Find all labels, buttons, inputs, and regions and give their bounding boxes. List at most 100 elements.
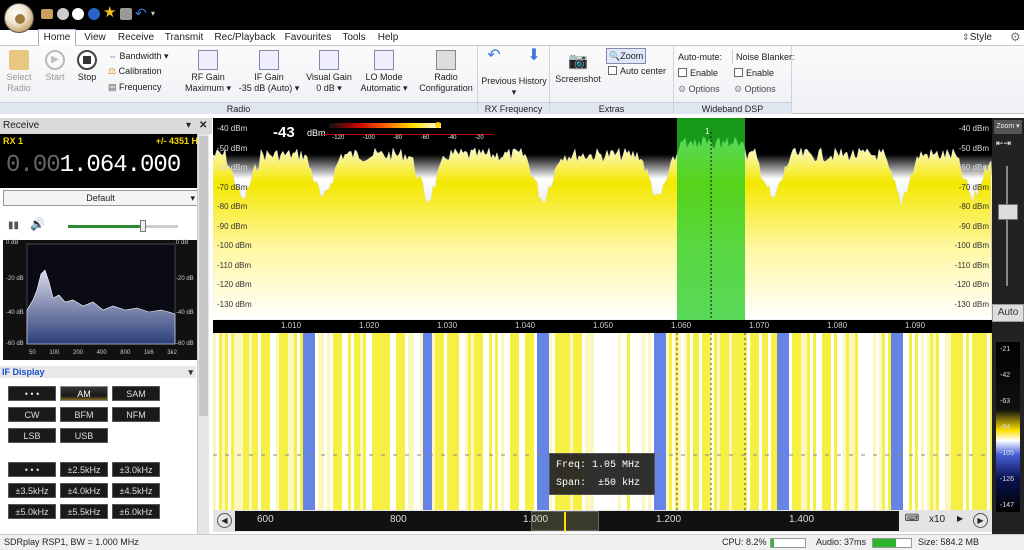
range-slider-thumb[interactable]	[998, 204, 1018, 220]
zoom-dropdown[interactable]: Zoom ▾	[994, 120, 1022, 134]
play-icon[interactable]	[57, 8, 69, 20]
if-display-section[interactable]: IF Display ▾	[0, 366, 196, 378]
history-down-icon[interactable]: ⬇	[522, 48, 546, 64]
bandwidth-button[interactable]: ±5.5kHz	[60, 504, 108, 519]
db-axis-label: -90 dBm	[217, 221, 248, 231]
auto-mute-enable-check[interactable]	[678, 68, 687, 77]
stop-icon[interactable]	[72, 8, 84, 20]
waterfall-column	[729, 333, 732, 510]
tab-help[interactable]: Help	[372, 30, 404, 46]
lo-mode-control[interactable]: LO Mode Automatic ▾	[356, 50, 412, 94]
bandwidth-button[interactable]: ±2.5kHz	[60, 462, 108, 477]
bandwidth-button[interactable]: ±3.5kHz	[8, 483, 56, 498]
db-axis-label: -70 dBm	[958, 182, 989, 192]
receive-panel-scrollbar[interactable]	[197, 134, 209, 534]
mode-am-button[interactable]: AM	[60, 386, 108, 401]
screenshot-button[interactable]: 📷 Screenshot	[552, 52, 604, 85]
if-gain-control[interactable]: IF Gain -35 dB (Auto) ▾	[234, 50, 304, 94]
auto-mute-options[interactable]: ⚙ Options	[678, 82, 720, 96]
tab-transmit[interactable]: Transmit	[160, 30, 208, 46]
vfo-frequency-display[interactable]: 0.001.064.000	[6, 152, 181, 179]
scroll-left-icon[interactable]: ◀	[217, 513, 232, 528]
keyboard-icon[interactable]: ⌨	[903, 513, 921, 528]
waterfall-column	[714, 333, 717, 510]
noise-blanker-enable[interactable]: Enable	[734, 66, 774, 80]
gear-icon[interactable]: ⚙	[1010, 30, 1021, 44]
auto-mute-enable[interactable]: Enable	[678, 66, 718, 80]
zoom-factor[interactable]: x10	[929, 514, 945, 525]
previous-history-button[interactable]: Previous History ▾	[478, 76, 550, 98]
stop-button[interactable]: Stop	[72, 50, 102, 83]
mode-nfm-button[interactable]: NFM	[112, 407, 160, 422]
start-button[interactable]: ▶ Start	[40, 50, 70, 83]
waterfall-column	[822, 333, 825, 510]
volume-thumb[interactable]	[140, 220, 146, 232]
lo-mode-dropdown[interactable]: Automatic ▾	[356, 83, 412, 94]
noise-blanker-enable-check[interactable]	[734, 68, 743, 77]
rf-gain-dropdown[interactable]: Maximum ▾	[182, 83, 234, 94]
spectrum-display[interactable]: 1 -43 dBm -120 -100 -80 -60 -40 -20 -40 …	[212, 118, 993, 321]
waterfall-column	[411, 333, 414, 510]
zoom-fit-icon[interactable]: ⇤⇥	[996, 138, 1011, 149]
zoom-button[interactable]: 🔍Zoom	[606, 48, 647, 64]
calibration-button[interactable]: ⚖ Calibration	[108, 64, 162, 78]
mode-bfm-button[interactable]: BFM	[60, 407, 108, 422]
undo-icon[interactable]: ↶	[135, 5, 147, 21]
bandwidth-button[interactable]: ±5.0kHz	[8, 504, 56, 519]
waterfall-column	[798, 333, 801, 510]
pin-icon[interactable]: ▾	[186, 118, 191, 134]
mode-usb-button[interactable]: USB	[60, 428, 108, 443]
star-icon[interactable]: ★	[103, 5, 116, 21]
if-gain-dropdown[interactable]: -35 dB (Auto) ▾	[234, 83, 304, 94]
frequency-axis[interactable]: 1.010 1.020 1.030 1.040 1.050 1.060 1.070 1.080…	[213, 320, 992, 333]
preset-dropdown[interactable]: Default ▾	[3, 190, 198, 206]
noise-blanker-options[interactable]: ⚙ Options	[734, 82, 776, 96]
dropdown-icon[interactable]: ▾	[151, 9, 155, 18]
auto-level-button[interactable]: Auto	[992, 304, 1024, 322]
waterfall-display[interactable]: Freq: 1.05 MHz Span: ±50 kHz	[213, 333, 992, 510]
visual-gain-dropdown[interactable]: 0 dB ▾	[304, 83, 354, 94]
mode-more-button[interactable]: • • •	[8, 386, 56, 401]
tab-home[interactable]: Home	[38, 29, 76, 46]
mode-sam-button[interactable]: SAM	[112, 386, 160, 401]
select-radio-button[interactable]: Select Radio	[2, 50, 36, 94]
overview-tick-label: 800	[390, 514, 407, 525]
folder-icon[interactable]	[41, 9, 53, 19]
frequency-tooltip: Freq: 1.05 MHz Span: ±50 kHz	[549, 453, 655, 495]
bandwidth-button[interactable]: ±6.0kHz	[112, 504, 160, 519]
style-menu[interactable]: Style	[970, 30, 992, 45]
db-axis-label: -110 dBm	[217, 260, 252, 270]
scrollbar-thumb[interactable]	[199, 136, 208, 416]
volume-slider[interactable]	[68, 220, 178, 232]
camera-icon[interactable]	[120, 8, 132, 20]
close-icon[interactable]: ✕	[199, 118, 207, 134]
range-slider-track[interactable]	[1006, 166, 1008, 286]
tab-view[interactable]: View	[80, 30, 110, 46]
select-radio-label: Select Radio	[6, 72, 32, 93]
radio-configuration-button[interactable]: Radio Configuration	[416, 50, 476, 94]
auto-center-check[interactable]	[608, 66, 617, 75]
bandwidth-button[interactable]: ±4.0kHz	[60, 483, 108, 498]
bandwidth-button[interactable]: ±4.5kHz	[112, 483, 160, 498]
tab-rec-playback[interactable]: Rec/Playback	[212, 30, 278, 46]
app-menu-orb-button[interactable]	[4, 3, 34, 33]
bandwidth-button[interactable]: ±3.0kHz	[112, 462, 160, 477]
speaker-icon[interactable]: 🔊	[30, 217, 45, 231]
scroll-right-icon[interactable]: ▶	[973, 513, 988, 528]
previous-icon[interactable]: ↶	[482, 48, 506, 64]
bandwidth-button[interactable]: ⇔ Bandwidth ▾	[108, 49, 169, 63]
zoom-arrow-icon[interactable]: ▶	[957, 514, 963, 523]
frequency-button[interactable]: ▤ Frequency	[108, 80, 162, 94]
bandwidth-more-button[interactable]: • • •	[8, 462, 56, 477]
mode-lsb-button[interactable]: LSB	[8, 428, 56, 443]
auto-center-checkbox[interactable]: Auto center	[608, 64, 666, 78]
overview-strip[interactable]: 600 800 1.000 1.200 1.400	[235, 511, 899, 532]
waterfall-column	[834, 333, 837, 510]
visual-gain-control[interactable]: Visual Gain 0 dB ▾	[304, 50, 354, 94]
tab-tools[interactable]: Tools	[338, 30, 370, 46]
tab-favourites[interactable]: Favourites	[282, 30, 334, 46]
rf-gain-control[interactable]: RF Gain Maximum ▾	[182, 50, 234, 94]
tab-receive[interactable]: Receive	[114, 30, 158, 46]
mode-cw-button[interactable]: CW	[8, 407, 56, 422]
add-icon[interactable]	[88, 8, 100, 20]
